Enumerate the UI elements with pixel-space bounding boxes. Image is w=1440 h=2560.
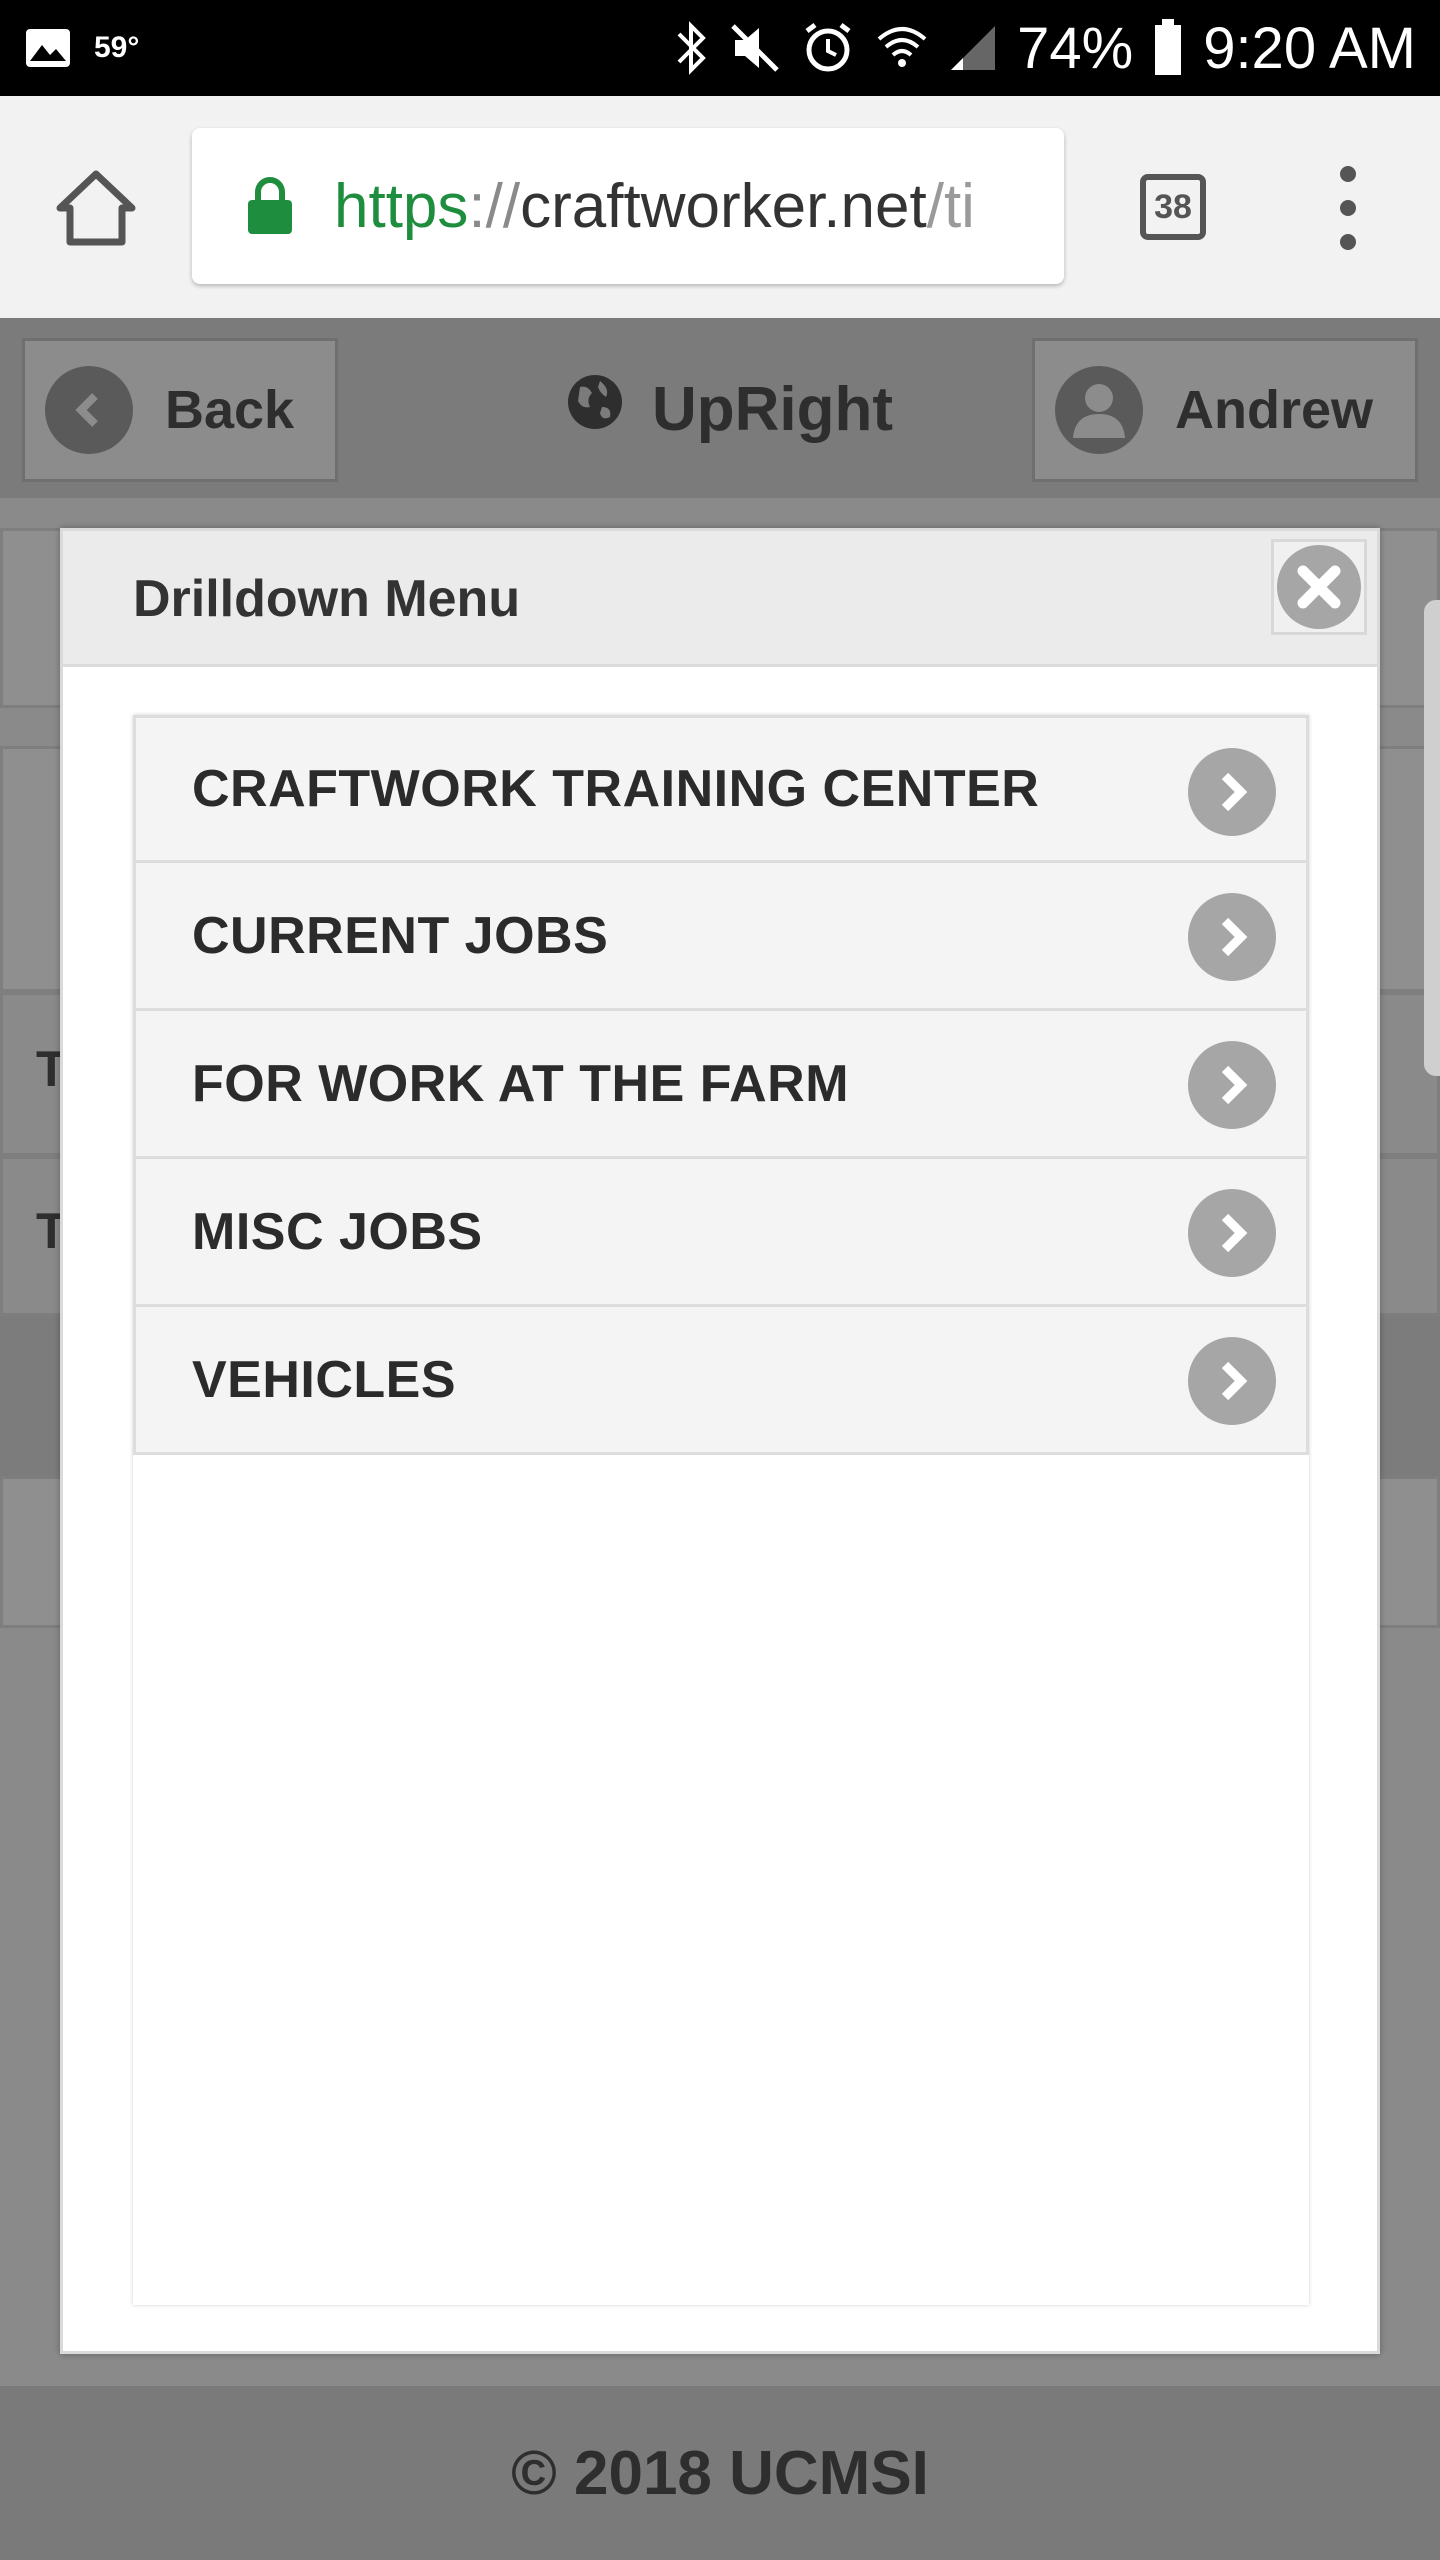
menu-item-label: FOR WORK AT THE FARM [192, 1054, 850, 1113]
url-host: craftworker.net [520, 171, 927, 241]
url-scheme: https [334, 171, 469, 241]
url-text: https://craftworker.net/ti [334, 171, 975, 242]
temperature: 59° [94, 31, 140, 64]
image-icon [24, 27, 72, 69]
chevron-right-icon [1188, 893, 1276, 981]
back-label: Back [165, 380, 295, 440]
browser-toolbar: https://craftworker.net/ti 38 [0, 96, 1440, 320]
lock-icon [248, 177, 292, 234]
menu-item-label: MISC JOBS [192, 1202, 483, 1261]
chevron-right-icon [1188, 1041, 1276, 1129]
menu-item-for-work-at-the-farm[interactable]: FOR WORK AT THE FARM [133, 1011, 1309, 1159]
mute-icon [729, 22, 781, 74]
drilldown-dialog: Drilldown Menu CRAFTWORK TRAINING CENTER… [60, 528, 1380, 2354]
menu-item-label: VEHICLES [192, 1350, 457, 1409]
chevron-right-icon [1188, 1189, 1276, 1277]
drilldown-list: CRAFTWORK TRAINING CENTER CURRENT JOBS F… [133, 715, 1309, 2305]
menu-item-vehicles[interactable]: VEHICLES [133, 1307, 1309, 1455]
battery-icon [1153, 19, 1183, 77]
close-button[interactable] [1271, 539, 1367, 635]
wifi-icon [875, 23, 929, 73]
menu-item-label: CRAFTWORK TRAINING CENTER [192, 760, 1040, 818]
dialog-title: Drilldown Menu [133, 570, 521, 628]
battery-percent: 74% [1017, 15, 1134, 81]
user-button[interactable]: Andrew [1032, 338, 1418, 482]
copyright-text: © 2018 UCMSI [511, 2438, 929, 2508]
chevron-right-icon [1188, 1337, 1276, 1425]
page-footer: © 2018 UCMSI [0, 2386, 1440, 2560]
address-bar[interactable]: https://craftworker.net/ti [192, 128, 1064, 284]
status-bar: 59° 74% 9:20 AM [0, 0, 1440, 96]
globe-icon [566, 373, 624, 446]
url-separator: :// [468, 171, 521, 241]
clock: 9:20 AM [1203, 15, 1416, 81]
user-icon [1055, 366, 1143, 454]
app-header: Back UpRight Andrew [0, 318, 1440, 498]
menu-item-misc-jobs[interactable]: MISC JOBS [133, 1159, 1309, 1307]
home-icon[interactable] [56, 168, 136, 248]
app-title: UpRight [566, 364, 893, 454]
chevron-left-icon [45, 366, 133, 454]
user-label: Andrew [1175, 380, 1374, 440]
app-title-text: UpRight [652, 374, 894, 444]
signal-icon [949, 24, 997, 72]
close-icon [1277, 545, 1361, 629]
overflow-menu-icon[interactable] [1328, 166, 1368, 250]
alarm-icon [801, 21, 855, 75]
menu-item-label: CURRENT JOBS [192, 906, 609, 965]
bluetooth-icon [675, 20, 709, 76]
chevron-right-icon [1188, 748, 1276, 836]
scrollbar[interactable] [1424, 600, 1440, 1076]
menu-item-craftwork-training-center[interactable]: CRAFTWORK TRAINING CENTER [133, 715, 1309, 863]
dialog-header: Drilldown Menu [63, 531, 1377, 667]
tab-switcher-button[interactable]: 38 [1140, 174, 1206, 240]
url-path: /ti [926, 171, 975, 241]
back-button[interactable]: Back [22, 338, 338, 482]
menu-item-current-jobs[interactable]: CURRENT JOBS [133, 863, 1309, 1011]
